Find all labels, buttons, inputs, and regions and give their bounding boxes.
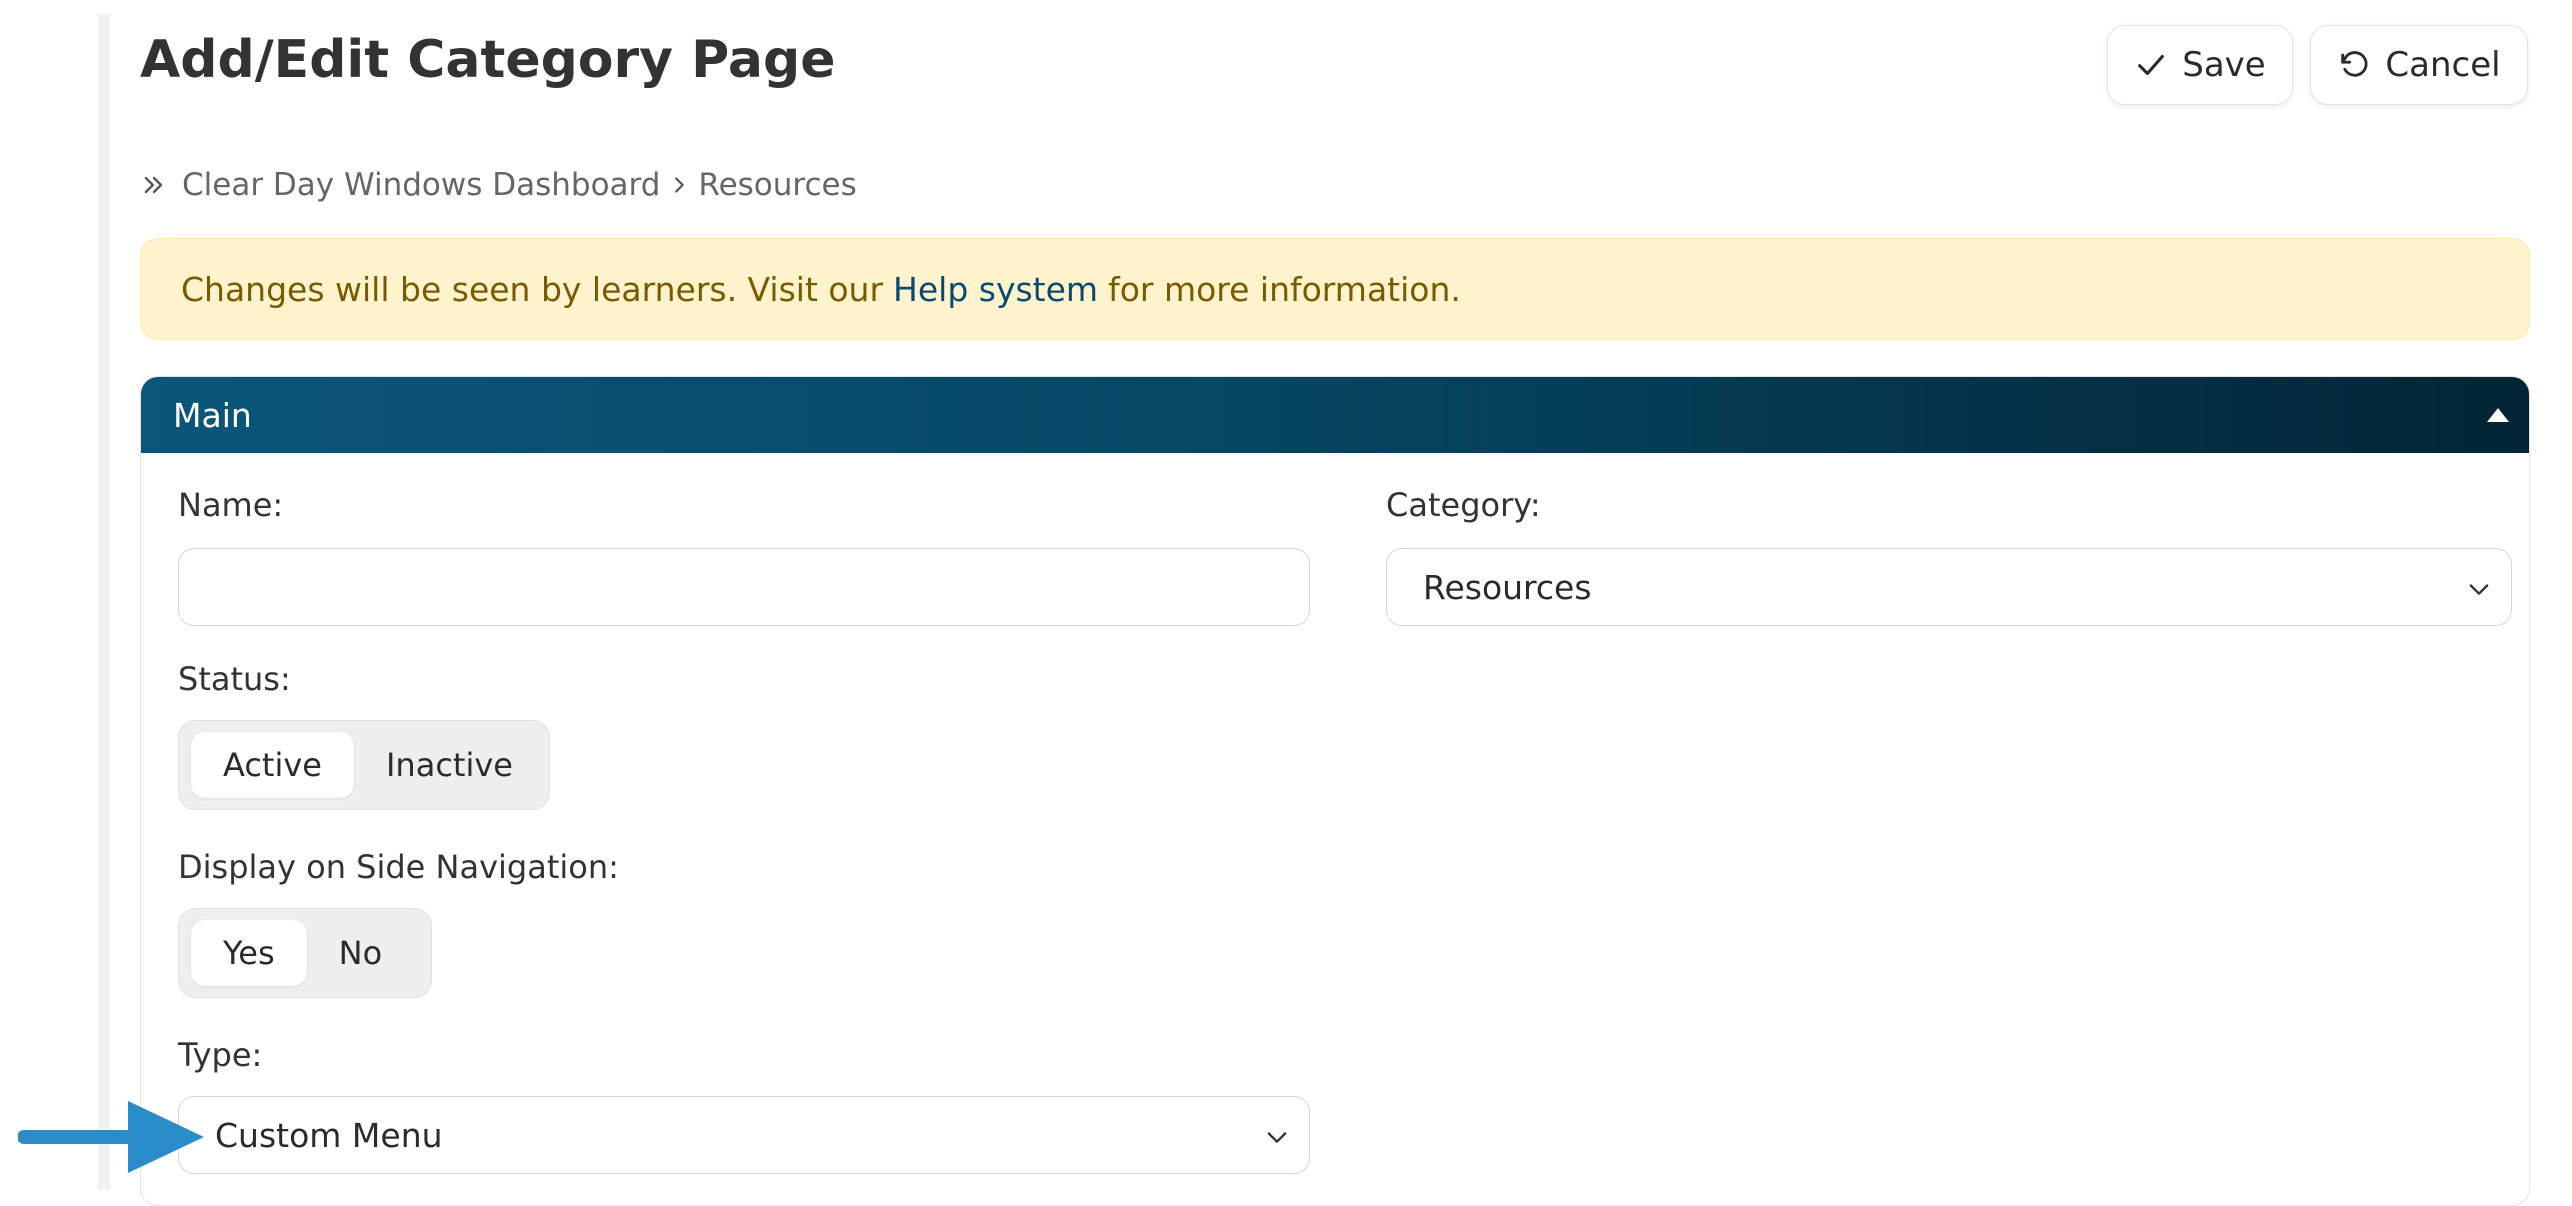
name-input[interactable] xyxy=(178,548,1310,626)
save-button-label: Save xyxy=(2182,45,2266,85)
left-sidebar-rail xyxy=(98,14,110,1190)
side-navigation-toggle: Yes No xyxy=(178,908,432,998)
breadcrumb-item-dashboard[interactable]: Clear Day Windows Dashboard xyxy=(182,167,660,203)
breadcrumb: Clear Day Windows Dashboard Resources xyxy=(140,160,857,210)
side-nav-option-no[interactable]: No xyxy=(307,920,415,986)
chevron-right-icon xyxy=(675,177,685,193)
double-chevron-right-icon xyxy=(144,176,163,194)
main-panel-header[interactable]: Main xyxy=(141,377,2529,453)
category-selected-value: Resources xyxy=(1423,567,1592,607)
category-label: Category: xyxy=(1386,486,1541,524)
name-label: Name: xyxy=(178,486,284,524)
help-system-link[interactable]: Help system xyxy=(893,270,1098,309)
arrow-right-icon xyxy=(18,1101,204,1173)
status-toggle: Active Inactive xyxy=(178,720,550,810)
alert-text-after: for more information. xyxy=(1108,269,1461,309)
chevron-down-icon xyxy=(1267,1132,1287,1143)
page-title: Add/Edit Category Page xyxy=(140,30,836,90)
cancel-button-label: Cancel xyxy=(2385,45,2501,85)
status-label: Status: xyxy=(178,660,291,698)
check-icon xyxy=(2138,54,2165,76)
caret-up-icon[interactable] xyxy=(2487,408,2509,422)
side-nav-option-yes[interactable]: Yes xyxy=(191,920,307,986)
category-select[interactable]: Resources xyxy=(1386,548,2512,626)
save-button[interactable]: Save xyxy=(2107,25,2293,105)
type-label: Type: xyxy=(178,1036,263,1074)
panel-title: Main xyxy=(173,395,252,435)
info-alert: Changes will be seen by learners. Visit … xyxy=(140,238,2530,340)
undo-icon xyxy=(2341,51,2368,77)
type-select[interactable]: Custom Menu xyxy=(178,1096,1310,1174)
status-option-active[interactable]: Active xyxy=(191,732,354,798)
breadcrumb-item-resources: Resources xyxy=(698,167,857,203)
status-option-inactive[interactable]: Inactive xyxy=(354,732,545,798)
chevron-down-icon xyxy=(2469,584,2489,595)
alert-text-before: Changes will be seen by learners. Visit … xyxy=(181,269,884,309)
type-selected-value: Custom Menu xyxy=(215,1115,443,1155)
cancel-button[interactable]: Cancel xyxy=(2310,25,2528,105)
side-navigation-label: Display on Side Navigation: xyxy=(178,848,619,886)
